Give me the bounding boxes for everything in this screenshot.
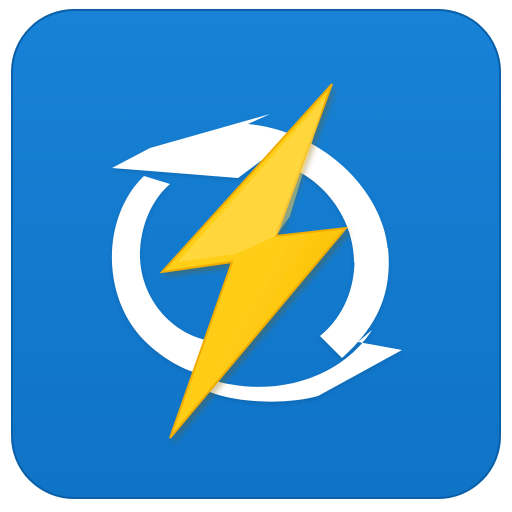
app-icon[interactable] [0,0,512,512]
canvas [0,0,512,512]
